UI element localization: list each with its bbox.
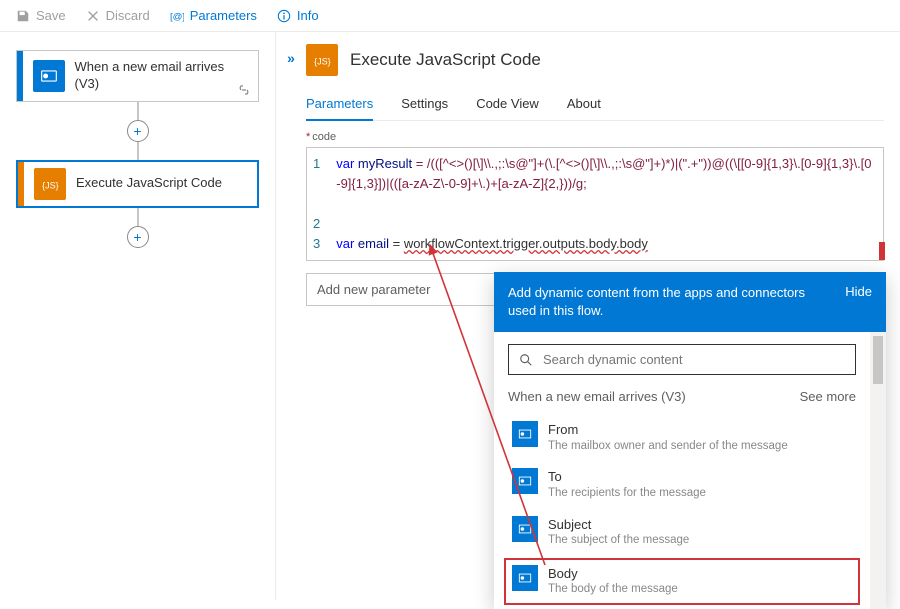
command-bar: Save Discard [@] Parameters Info: [0, 0, 900, 32]
close-icon: [86, 9, 100, 23]
outlook-icon: [512, 565, 538, 591]
hide-button[interactable]: Hide: [845, 284, 872, 320]
svg-text:{JS}: {JS}: [314, 57, 331, 67]
dc-item-body[interactable]: BodyThe body of the message: [504, 558, 860, 605]
see-more-link[interactable]: See more: [800, 389, 856, 404]
panel-tabs: Parameters Settings Code View About: [306, 90, 884, 121]
parameters-button[interactable]: [@] Parameters: [162, 4, 265, 27]
parameters-icon: [@]: [170, 9, 184, 23]
line-gutter: 1 2 3: [307, 148, 328, 260]
outlook-icon: [512, 421, 538, 447]
connector-line: [137, 142, 139, 160]
node-stripe: [18, 162, 24, 206]
search-icon: [519, 353, 533, 367]
code-field-label: *code: [306, 131, 884, 143]
error-marker: [879, 242, 885, 260]
dynamic-content-popup: Add dynamic content from the apps and co…: [494, 272, 886, 609]
dc-item-subject[interactable]: SubjectThe subject of the message: [508, 509, 856, 556]
connector-line: [137, 208, 139, 226]
tab-settings[interactable]: Settings: [401, 90, 448, 120]
info-icon: [277, 9, 291, 23]
add-step-button[interactable]: +: [127, 120, 149, 142]
tab-parameters[interactable]: Parameters: [306, 90, 373, 121]
node-stripe: [17, 51, 23, 101]
connector-line: [137, 102, 139, 120]
outlook-icon: [512, 468, 538, 494]
discard-label: Discard: [106, 8, 150, 23]
add-step-button[interactable]: +: [127, 226, 149, 248]
tab-about[interactable]: About: [567, 90, 601, 120]
code-editor[interactable]: 1 2 3 var myResult = /(([^<>()[\]\\.,;:\…: [306, 147, 884, 261]
tab-codeview[interactable]: Code View: [476, 90, 539, 120]
svg-text:[@]: [@]: [170, 11, 184, 22]
svg-text:{JS}: {JS}: [42, 180, 59, 190]
parameters-label: Parameters: [190, 8, 257, 23]
link-icon: [236, 83, 252, 97]
dc-search-input[interactable]: [543, 352, 845, 367]
js-icon: {JS}: [34, 168, 66, 200]
dc-item-from[interactable]: FromThe mailbox owner and sender of the …: [508, 414, 856, 461]
save-label: Save: [36, 8, 66, 23]
outlook-icon: [512, 516, 538, 542]
dc-scrollbar[interactable]: [870, 332, 886, 608]
code-content[interactable]: var myResult = /(([^<>()[\]\\.,;:\s@"]+(…: [328, 148, 883, 260]
panel-title: Execute JavaScript Code: [350, 50, 541, 70]
info-button[interactable]: Info: [269, 4, 327, 27]
trigger-node[interactable]: When a new email arrives (V3): [16, 50, 259, 102]
action-node[interactable]: {JS} Execute JavaScript Code: [16, 160, 259, 208]
js-icon: {JS}: [306, 44, 338, 76]
discard-button[interactable]: Discard: [78, 4, 158, 27]
designer-canvas: When a new email arrives (V3) + {JS} Exe…: [0, 32, 275, 600]
dc-section-title: When a new email arrives (V3): [508, 389, 686, 404]
save-icon: [16, 9, 30, 23]
trigger-title: When a new email arrives (V3): [75, 51, 258, 101]
action-title: Execute JavaScript Code: [76, 167, 230, 200]
outlook-icon: [33, 60, 65, 92]
info-label: Info: [297, 8, 319, 23]
save-button[interactable]: Save: [8, 4, 74, 27]
dc-item-to[interactable]: ToThe recipients for the message: [508, 461, 856, 508]
collapse-toggle[interactable]: »: [276, 32, 306, 600]
dc-search-box[interactable]: [508, 344, 856, 375]
dc-header-text: Add dynamic content from the apps and co…: [508, 284, 833, 320]
